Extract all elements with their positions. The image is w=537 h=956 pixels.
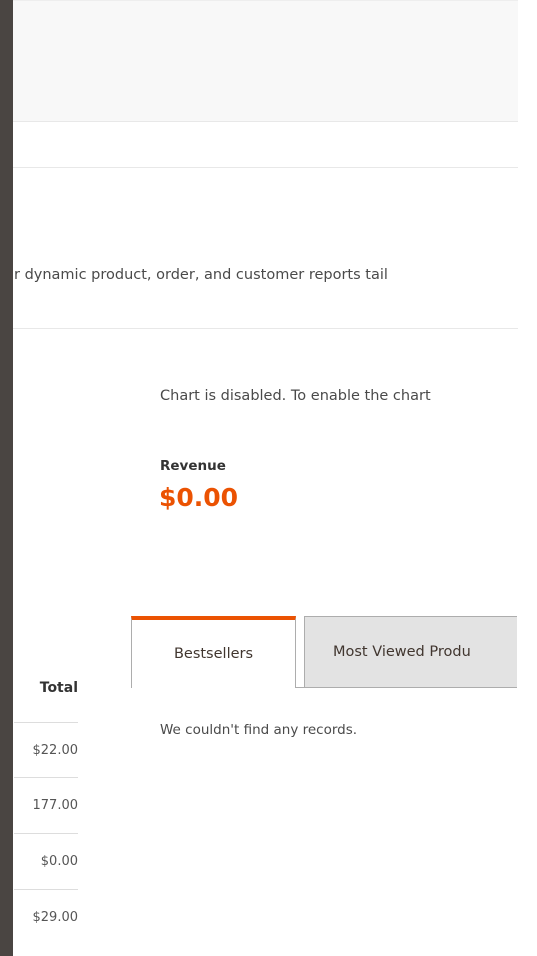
left-nav-rail: [0, 0, 13, 956]
section-divider: [13, 167, 518, 168]
table-row[interactable]: $29.00: [14, 889, 78, 944]
tab-label: Most Viewed Produ: [333, 644, 471, 660]
revenue-value: $0.00: [159, 483, 239, 512]
table-row[interactable]: $0.00: [14, 833, 78, 888]
section-divider: [13, 328, 518, 329]
tab-bestsellers[interactable]: Bestsellers: [131, 616, 296, 688]
page-header-band: [13, 0, 518, 122]
total-column-header[interactable]: Total: [40, 680, 78, 696]
revenue-label: Revenue: [160, 458, 226, 474]
chart-disabled-message: Chart is disabled. To enable the chart: [160, 388, 431, 404]
table-row[interactable]: $22.00: [14, 722, 78, 777]
advanced-reporting-intro: r dynamic product, order, and customer r…: [14, 267, 388, 283]
tab-baseline: [296, 687, 517, 688]
tab-label: Bestsellers: [173, 646, 254, 662]
dashboard-tabs: Bestsellers Most Viewed Produ: [131, 616, 517, 688]
bestsellers-empty-message: We couldn't find any records.: [160, 722, 358, 738]
tab-most-viewed-products[interactable]: Most Viewed Produ: [304, 616, 517, 688]
table-row[interactable]: 177.00: [14, 777, 78, 832]
